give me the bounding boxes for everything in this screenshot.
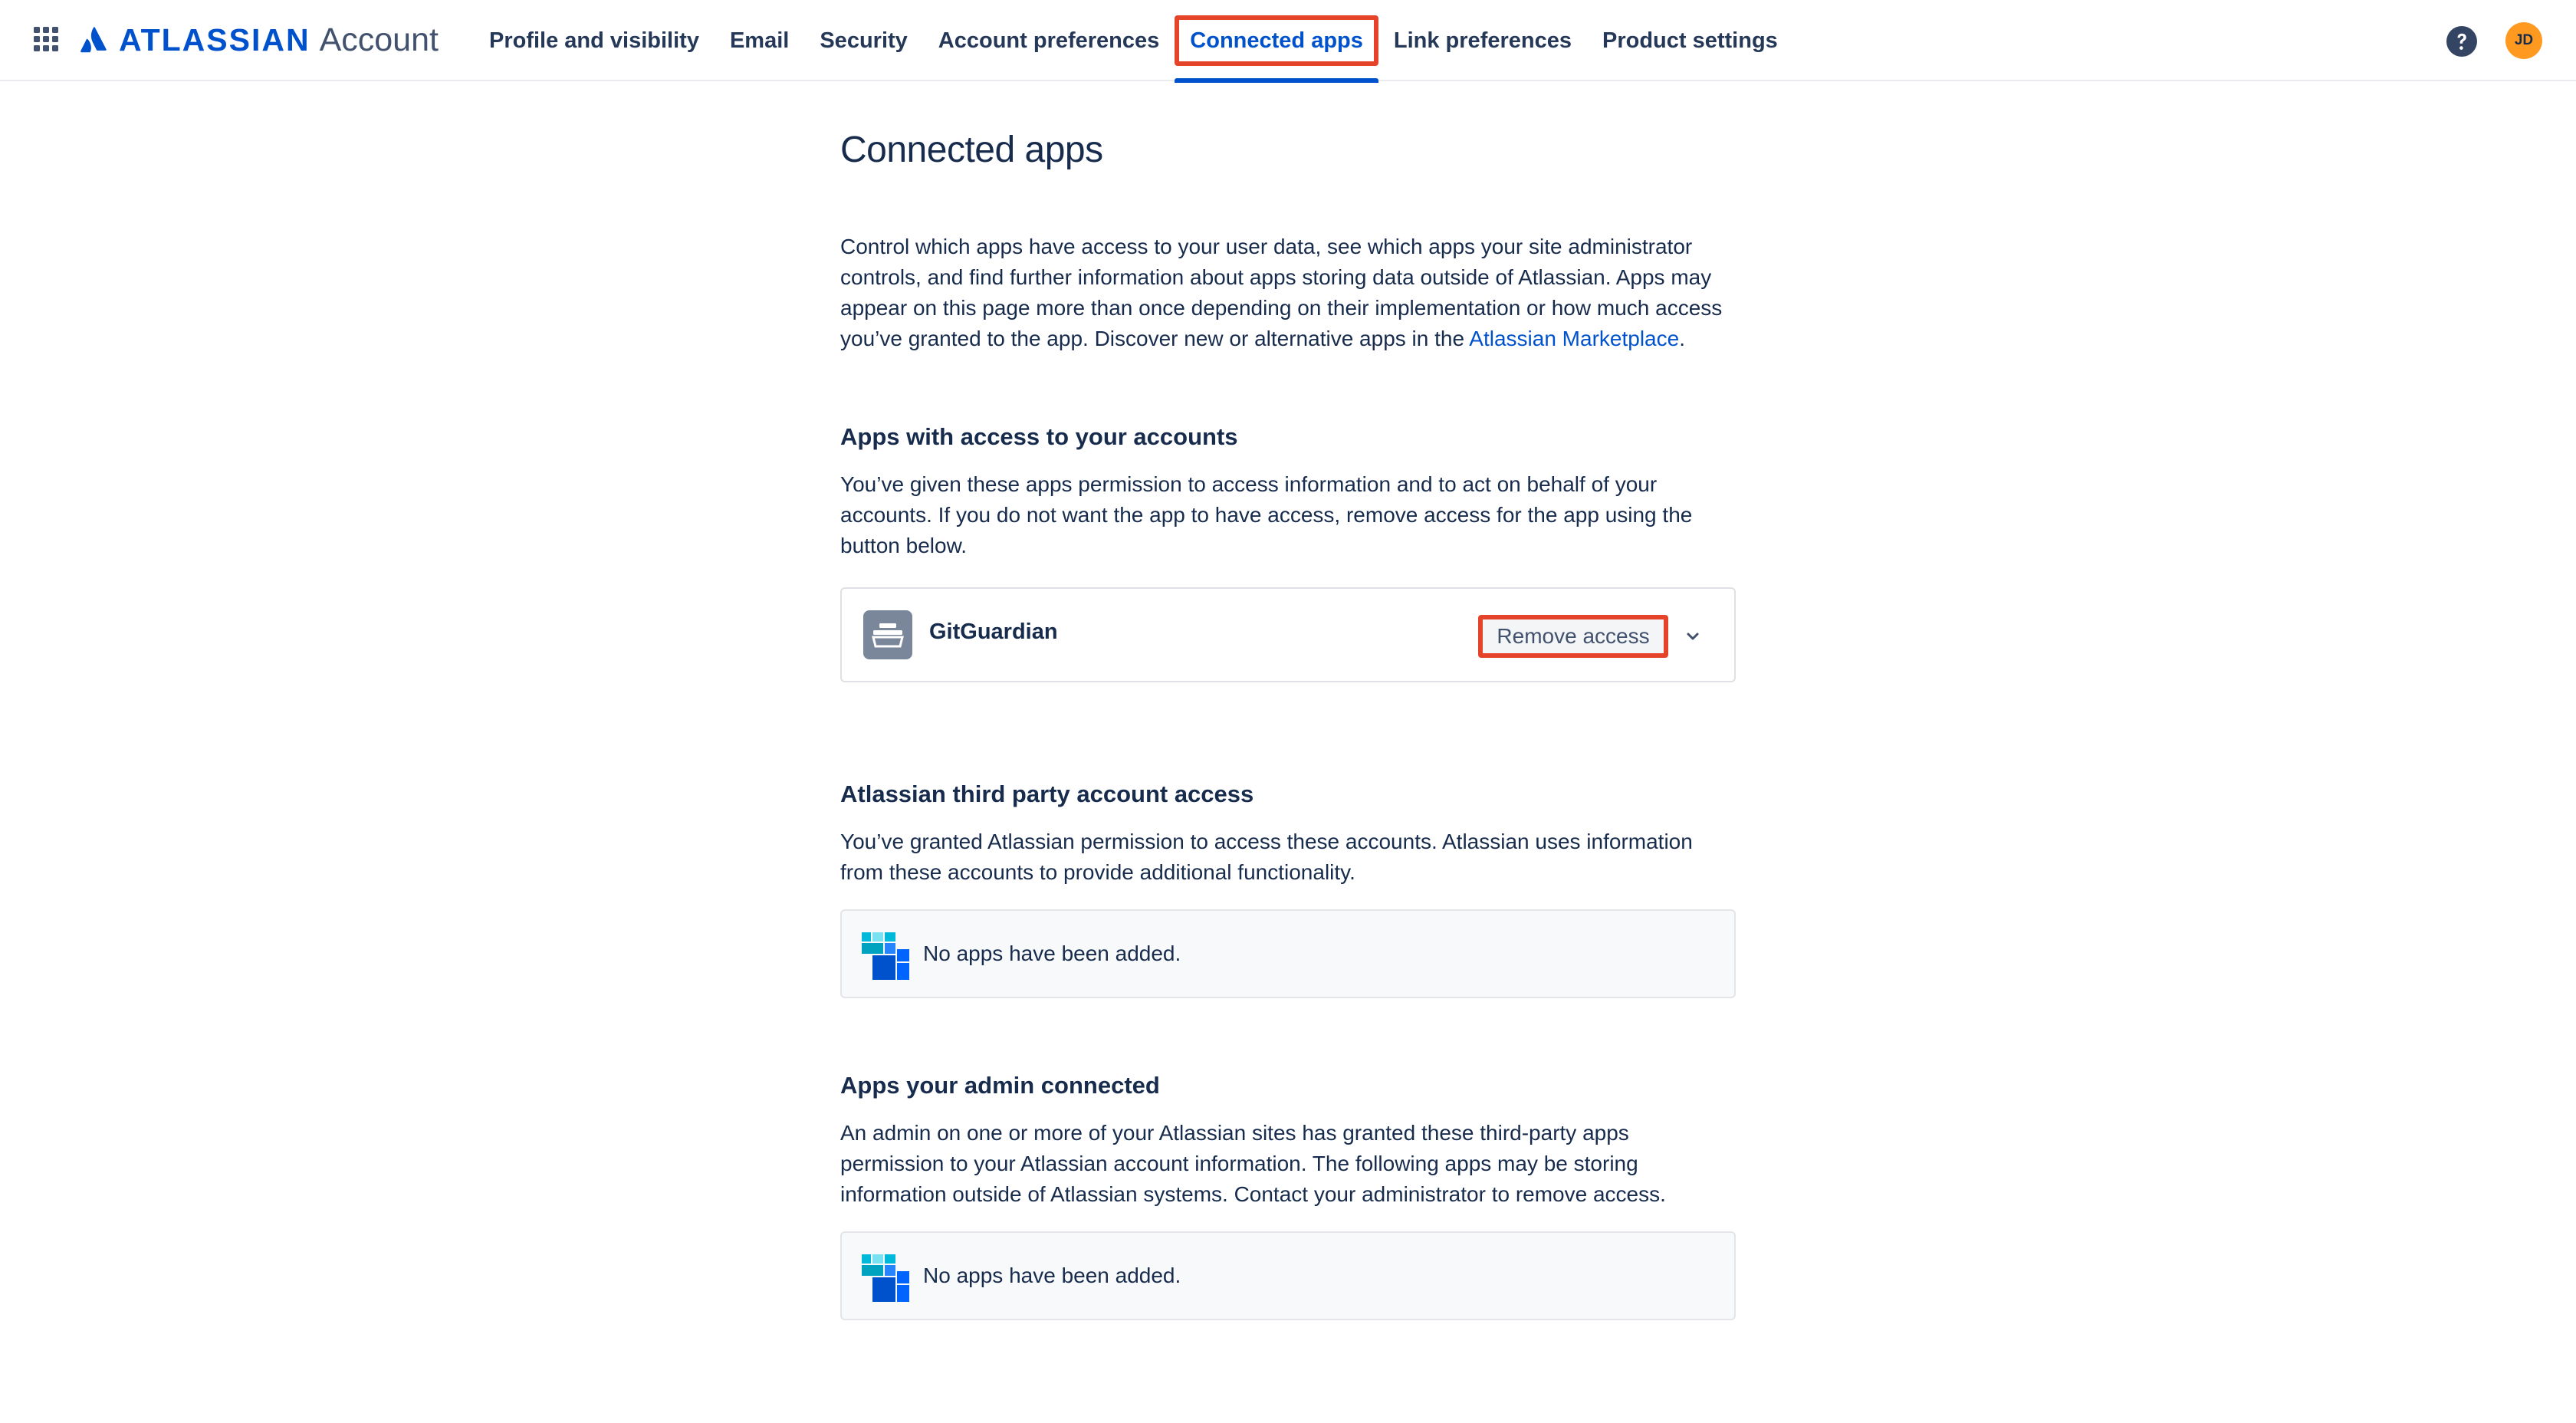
gitguardian-icon bbox=[863, 610, 912, 659]
atlassian-logo-icon bbox=[80, 27, 107, 53]
admin-connected-heading: Apps your admin connected bbox=[840, 1072, 1160, 1099]
remove-access-button[interactable]: Remove access bbox=[1478, 615, 1668, 658]
tab-email[interactable]: Email bbox=[715, 0, 804, 81]
tab-product-settings[interactable]: Product settings bbox=[1587, 0, 1793, 81]
app-switcher-icon[interactable] bbox=[32, 25, 60, 53]
primary-nav: Profile and visibility Email Security Ac… bbox=[474, 0, 1793, 83]
third-party-heading: Atlassian third party account access bbox=[840, 781, 1254, 807]
tab-link-preferences[interactable]: Link preferences bbox=[1378, 0, 1587, 81]
third-party-description: You’ve granted Atlassian permission to a… bbox=[840, 830, 1693, 884]
blocks-icon bbox=[862, 932, 909, 980]
empty-state-text: No apps have been added. bbox=[923, 942, 1181, 965]
empty-state-text: No apps have been added. bbox=[923, 1264, 1181, 1287]
admin-connected-empty-state: No apps have been added. bbox=[840, 1231, 1736, 1320]
tab-connected-apps[interactable]: Connected apps bbox=[1175, 0, 1378, 83]
top-navigation: ATLASSIAN Account Profile and visibility… bbox=[0, 0, 2576, 83]
tab-profile-and-visibility[interactable]: Profile and visibility bbox=[474, 0, 715, 81]
tab-account-preferences[interactable]: Account preferences bbox=[923, 0, 1175, 81]
third-party-empty-state: No apps have been added. bbox=[840, 909, 1736, 998]
app-card-gitguardian: GitGuardian Remove access bbox=[840, 587, 1736, 682]
avatar[interactable]: JD bbox=[2505, 22, 2542, 59]
product-name: Account bbox=[319, 21, 439, 58]
blocks-icon bbox=[862, 1254, 909, 1302]
atlassian-account-logo[interactable]: ATLASSIAN Account bbox=[79, 20, 439, 60]
admin-connected-description: An admin on one or more of your Atlassia… bbox=[840, 1121, 1666, 1206]
apps-access-heading: Apps with access to your accounts bbox=[840, 423, 1238, 450]
brand-name: ATLASSIAN bbox=[119, 21, 310, 58]
help-icon[interactable] bbox=[2445, 25, 2479, 58]
atlassian-marketplace-link[interactable]: Atlassian Marketplace bbox=[1469, 327, 1679, 350]
intro-end: . bbox=[1679, 327, 1685, 350]
apps-access-description: You’ve given these apps permission to ac… bbox=[840, 472, 1693, 557]
chevron-down-icon[interactable] bbox=[1681, 624, 1705, 649]
intro-paragraph: Control which apps have access to your u… bbox=[840, 232, 1736, 354]
app-name: GitGuardian bbox=[929, 619, 1058, 644]
tab-connected-apps-label: Connected apps bbox=[1190, 28, 1363, 53]
tab-security[interactable]: Security bbox=[804, 0, 922, 81]
page-title: Connected apps bbox=[840, 130, 1103, 170]
